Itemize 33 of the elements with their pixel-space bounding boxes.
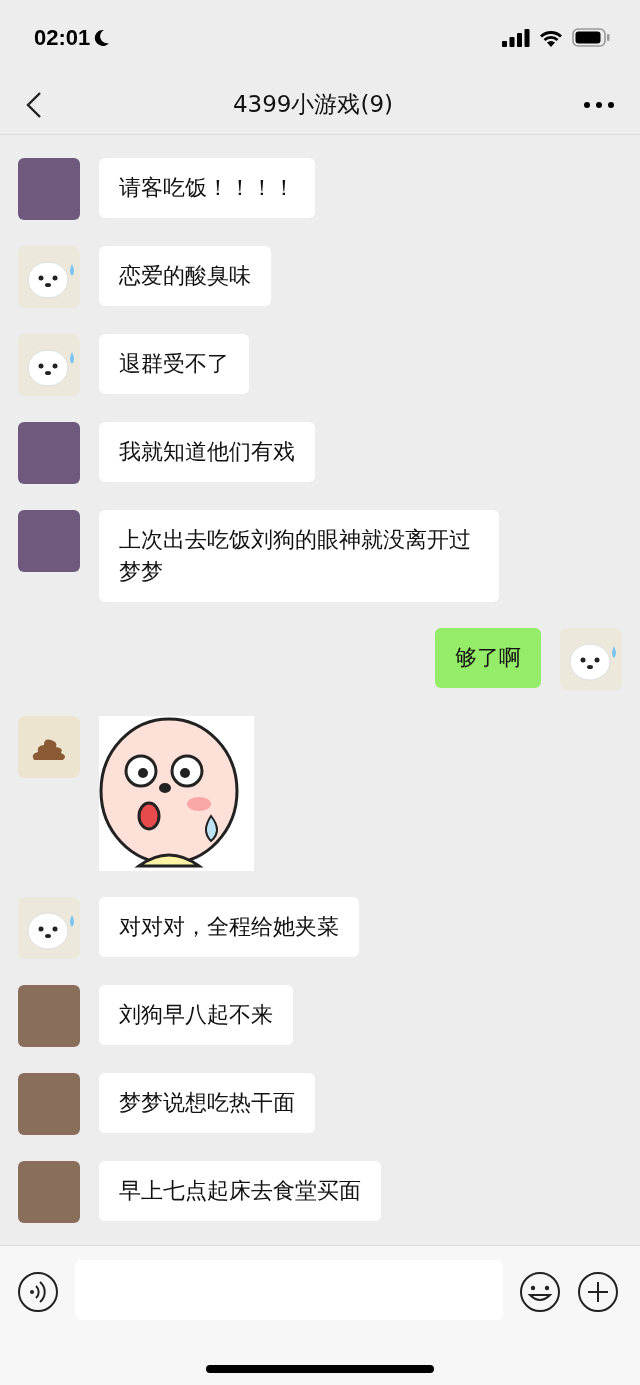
signal-icon (502, 28, 530, 47)
message-bubble: 对对对，全程给她夹菜 (99, 897, 359, 957)
puppy-avatar-icon[interactable] (18, 334, 80, 396)
status-time: 02:01 (34, 24, 91, 51)
emoji-icon[interactable] (519, 1271, 561, 1313)
plus-icon[interactable] (577, 1271, 619, 1313)
message-bubble: 请客吃饭！！！！ (99, 158, 315, 218)
moon-icon (94, 28, 111, 47)
voice-icon[interactable] (17, 1271, 59, 1313)
avatar-placeholder[interactable] (18, 422, 80, 484)
avatar-placeholder[interactable] (18, 158, 80, 220)
message-bubble: 退群受不了 (99, 334, 249, 394)
message-bubble: 早上七点起床去食堂买面 (99, 1161, 381, 1221)
avatar-placeholder[interactable] (18, 1161, 80, 1223)
message-bubble: 上次出去吃饭刘狗的眼神就没离开过梦梦 (99, 510, 499, 602)
more-icon[interactable] (584, 101, 614, 108)
wifi-icon (538, 28, 564, 47)
battery-icon (572, 28, 610, 47)
home-indicator[interactable] (206, 1365, 434, 1373)
avatar-placeholder[interactable] (18, 985, 80, 1047)
message-bubble: 梦梦说想吃热干面 (99, 1073, 315, 1133)
back-icon[interactable] (26, 90, 42, 119)
message-bubble: 刘狗早八起不来 (99, 985, 293, 1045)
avatar-placeholder[interactable] (18, 510, 80, 572)
avatar-placeholder[interactable] (18, 1073, 80, 1135)
puppy-avatar-icon[interactable] (18, 246, 80, 308)
message-bubble: 恋爱的酸臭味 (99, 246, 271, 306)
puppy-avatar-icon[interactable] (18, 897, 80, 959)
message-bubble: 我就知道他们有戏 (99, 422, 315, 482)
poop-avatar-icon[interactable] (18, 716, 80, 778)
message-bubble: 够了啊 (435, 628, 541, 688)
chat-title: 4399小游戏(9) (232, 90, 394, 119)
puppy-avatar-icon[interactable] (560, 628, 622, 690)
